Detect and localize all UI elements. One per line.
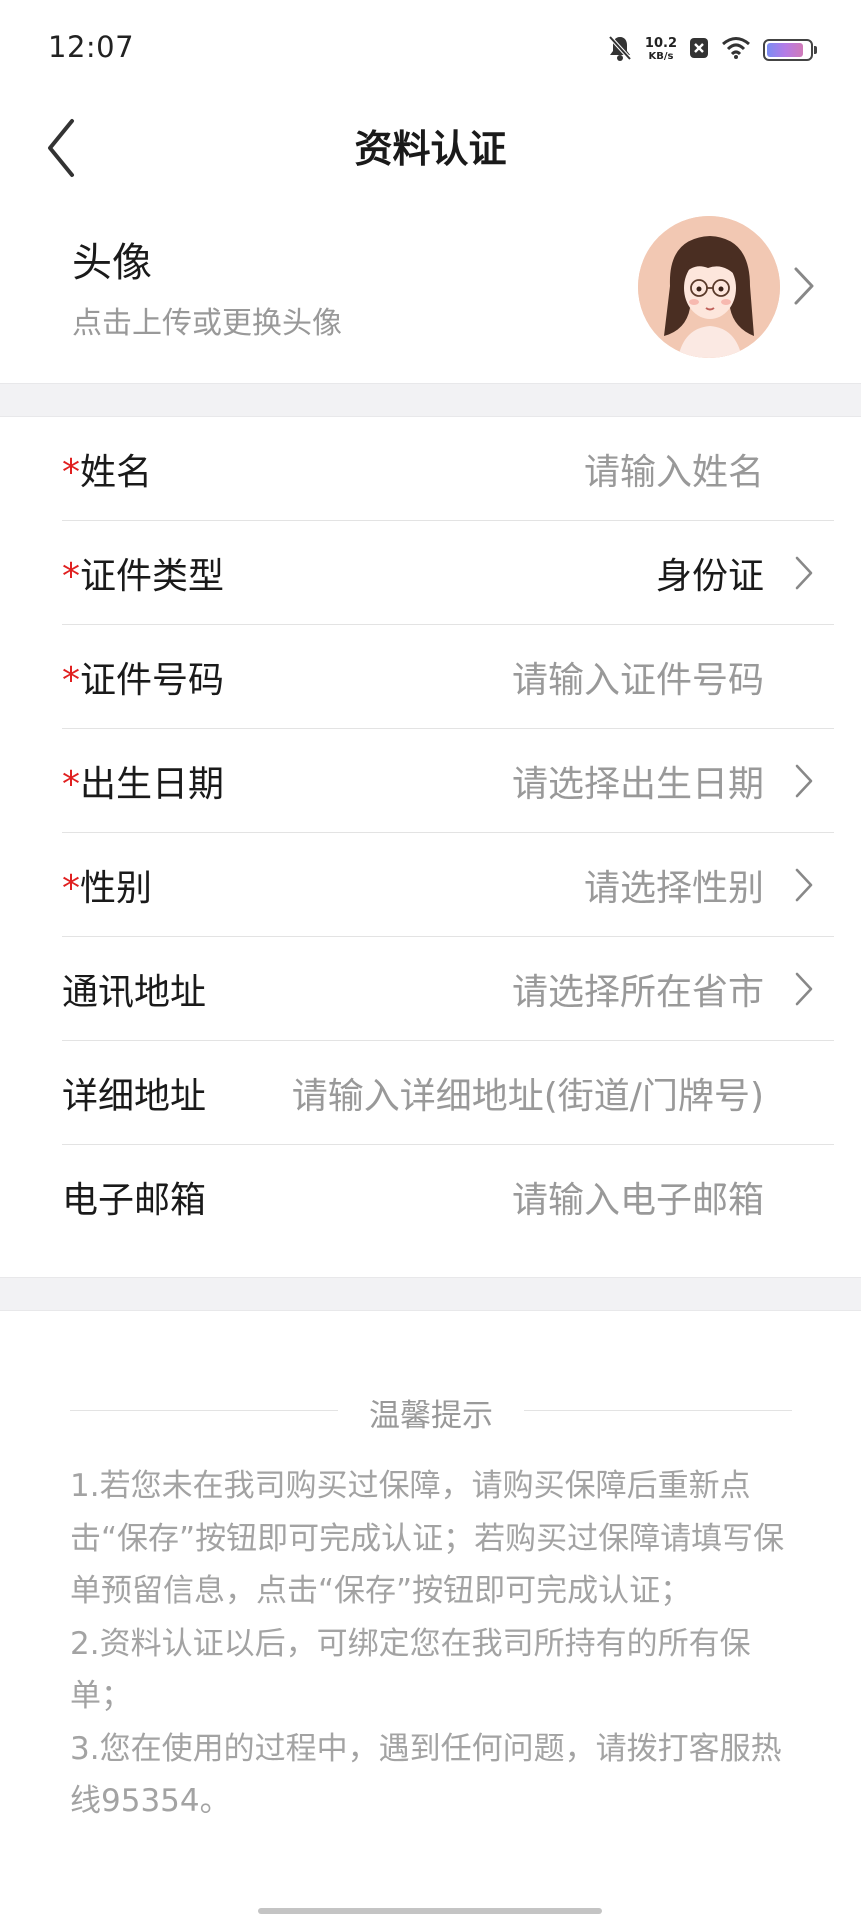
chevron-right-icon [793,266,815,310]
row-label-text: 证件类型 [80,556,225,597]
close-notification-icon [689,37,709,63]
network-speed: 10.2 KB/s [645,37,677,63]
address-region-select[interactable]: 请选择所在省市 [512,963,764,1015]
section-divider [0,1277,861,1311]
form-row-id-number[interactable]: *证件号码 请输入证件号码 [62,625,834,729]
id-type-select[interactable]: 身份证 [656,547,764,599]
profile-form: *姓名 请输入姓名 *证件类型 身份证 *证件号码 请输入证件号码 *出生日期 [0,417,861,1249]
status-icons: 10.2 KB/s [607,32,817,68]
nav-header: 资料认证 [0,100,861,200]
section-divider [0,383,861,417]
page-title: 资料认证 [354,127,507,171]
row-label-text: 通讯地址 [62,972,207,1013]
form-row-name[interactable]: *姓名 请输入姓名 [62,417,834,521]
avatar-label: 头像 [72,240,152,286]
avatar-hint: 点击上传或更换头像 [72,306,342,341]
battery-icon [763,39,817,61]
address-detail-input[interactable]: 请输入详细地址(街道/门牌号) [292,1067,764,1119]
mute-bell-icon [607,34,633,66]
tip-item: 2.资料认证以后，可绑定您在我司所持有的所有保单； [70,1625,751,1715]
row-label-text: 出生日期 [80,764,225,805]
tip-item: 3.您在使用的过程中，遇到任何问题，请拨打客服热线95354。 [70,1730,782,1820]
birth-date-select[interactable]: 请选择出生日期 [512,755,764,807]
required-mark: * [62,556,80,597]
required-mark: * [62,868,80,909]
network-speed-value: 10.2 [644,36,677,51]
network-speed-unit: KB/s [648,51,674,62]
row-label: *证件号码 [62,651,224,703]
row-label-text: 性别 [80,868,153,909]
home-indicator[interactable] [258,1908,602,1914]
row-label: *姓名 [62,443,152,495]
chevron-right-icon [794,867,814,907]
avatar[interactable] [638,216,780,358]
id-number-input[interactable]: 请输入证件号码 [512,651,764,703]
status-bar: 12:07 10.2 KB/s [0,0,861,100]
row-label: *证件类型 [62,547,224,599]
chevron-right-icon [794,763,814,803]
email-input[interactable]: 请输入电子邮箱 [512,1171,764,1223]
required-mark: * [62,452,80,493]
wifi-icon [721,36,751,64]
form-row-email[interactable]: 电子邮箱 请输入电子邮箱 [62,1145,834,1249]
name-input[interactable]: 请输入姓名 [584,443,764,495]
chevron-right-icon [794,971,814,1011]
tip-item: 1.若您未在我司购买过保障，请购买保障后重新点击“保存”按钮即可完成认证；若购买… [70,1468,785,1609]
row-label-text: 电子邮箱 [62,1180,207,1221]
row-label-text: 详细地址 [62,1076,207,1117]
required-mark: * [62,764,80,805]
row-label-text: 证件号码 [80,660,225,701]
form-row-gender[interactable]: *性别 请选择性别 [62,833,834,937]
required-mark: * [62,660,80,701]
tips-body: 1.若您未在我司购买过保障，请购买保障后重新点击“保存”按钮即可完成认证；若购买… [70,1460,800,1828]
tips-header: 温馨提示 [70,1390,792,1434]
form-row-birth-date[interactable]: *出生日期 请选择出生日期 [62,729,834,833]
row-label: *性别 [62,859,152,911]
form-row-address-region[interactable]: 通讯地址 请选择所在省市 [62,937,834,1041]
row-label: *出生日期 [62,755,224,807]
gender-select[interactable]: 请选择性别 [584,859,764,911]
profile-verification-page: 12:07 10.2 KB/s 资料认证 头像 点击上传或更换头像 *姓名 请输… [0,0,861,1920]
form-row-id-type[interactable]: *证件类型 身份证 [62,521,834,625]
chevron-right-icon [794,555,814,595]
divider [524,1410,792,1411]
form-row-address-detail[interactable]: 详细地址 请输入详细地址(街道/门牌号) [62,1041,834,1145]
tips-title: 温馨提示 [369,1398,493,1434]
status-time: 12:07 [48,30,135,64]
row-label-text: 姓名 [80,452,153,493]
avatar-row[interactable]: 头像 点击上传或更换头像 [0,200,861,383]
